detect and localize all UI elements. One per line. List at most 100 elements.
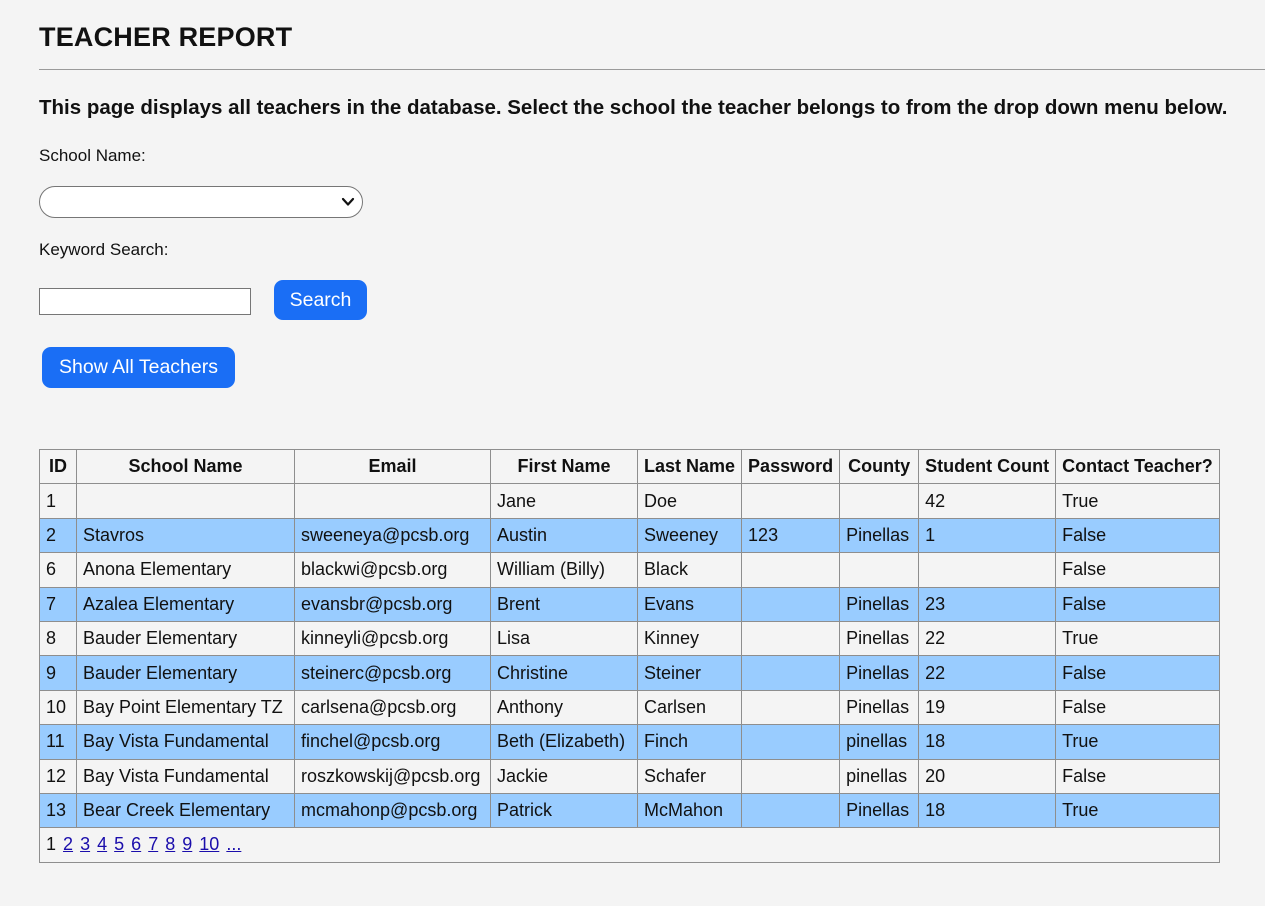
cell-student-count: 22 [918,655,1057,691]
cell-contact-teacher: False [1055,586,1220,622]
header-first-name: First Name [490,448,638,485]
table-header-row: ID School Name Email First Name Last Nam… [39,448,1220,485]
table-row: 11 Bay Vista Fundamental finchel@pcsb.org B… [39,724,1220,760]
cell-school-name: Azalea Elementary [76,586,295,622]
cell-email: carlsena@pcsb.org [294,689,491,726]
cell-county: pinellas [839,758,920,794]
cell-first-name: Austin [490,517,638,554]
table-row: 8 Bauder Elementary kinneyli@pcsb.org Lisa K… [39,620,1220,657]
cell-student-count: 18 [918,724,1057,760]
cell-id: 2 [39,517,77,554]
cell-password [741,655,841,691]
cell-school-name: Bay Point Elementary TZ [76,689,295,726]
pager-link[interactable]: 3 [80,834,90,854]
header-password: Password [741,448,841,485]
pager-link[interactable]: 8 [165,834,175,854]
cell-last-name: Doe [636,483,743,519]
table-row: 7 Azalea Elementary evansbr@pcsb.org Brent E… [39,586,1220,622]
cell-last-name: Kinney [636,620,743,657]
cell-last-name: Schafer [636,758,743,794]
header-school-name: School Name [76,448,295,485]
cell-contact-teacher: False [1055,655,1220,691]
pagination: 1 2 3 4 5 6 7 8 9 10 ... [46,834,1213,855]
keyword-search-label: Keyword Search: [39,240,169,259]
cell-id: 11 [39,724,77,760]
cell-password [741,758,841,794]
cell-school-name: Bauder Elementary [76,655,295,691]
chevron-down-icon [341,197,355,206]
cell-county: Pinellas [839,689,920,726]
pager-link[interactable]: 9 [182,834,192,854]
header-id: ID [39,448,77,485]
cell-first-name: Patrick [490,792,638,829]
cell-id: 13 [39,792,77,829]
cell-email: mcmahonp@pcsb.org [294,792,491,829]
school-name-select[interactable] [39,186,363,218]
cell-password [741,620,841,657]
cell-contact-teacher: False [1055,689,1220,726]
table-row: 12 Bay Vista Fundamental roszkowskij@pcsb.… [39,758,1220,794]
cell-password [741,724,841,760]
cell-last-name: Black [636,552,743,588]
cell-student-count: 18 [918,792,1057,829]
cell-school-name: Bear Creek Elementary [76,792,295,829]
table-row: 13 Bear Creek Elementary mcmahonp@pcsb.org… [39,792,1220,829]
cell-county: Pinellas [839,517,920,554]
cell-last-name: McMahon [636,792,743,829]
cell-student-count: 22 [918,620,1057,657]
cell-email [294,483,491,519]
pager-link[interactable]: 4 [97,834,107,854]
cell-contact-teacher: True [1055,620,1220,657]
cell-id: 8 [39,620,77,657]
cell-student-count: 23 [918,586,1057,622]
pager-link[interactable]: 6 [131,834,141,854]
header-last-name: Last Name [636,448,743,485]
cell-student-count: 1 [918,517,1057,554]
show-all-teachers-button[interactable]: Show All Teachers [42,347,235,388]
header-county: County [839,448,920,485]
cell-id: 12 [39,758,77,794]
cell-first-name: Christine [490,655,638,691]
cell-first-name: William (Billy) [490,552,638,588]
pager-cell: 1 2 3 4 5 6 7 8 9 10 ... [39,827,1220,863]
cell-county: pinellas [839,724,920,760]
cell-contact-teacher: False [1055,758,1220,794]
cell-email: steinerc@pcsb.org [294,655,491,691]
cell-last-name: Finch [636,724,743,760]
cell-student-count: 42 [918,483,1057,519]
cell-email: roszkowskij@pcsb.org [294,758,491,794]
school-name-label: School Name: [39,146,146,165]
pager-link[interactable]: 10 [199,834,219,854]
cell-first-name: Jackie [490,758,638,794]
cell-email: evansbr@pcsb.org [294,586,491,622]
cell-last-name: Steiner [636,655,743,691]
page-title: TEACHER REPORT [39,22,293,52]
cell-id: 10 [39,689,77,726]
pager-link[interactable]: ... [226,834,241,854]
cell-id: 9 [39,655,77,691]
header-student-count: Student Count [918,448,1057,485]
cell-first-name: Brent [490,586,638,622]
cell-password: 123 [741,517,841,554]
pager-link[interactable]: 2 [63,834,73,854]
header-contact-teacher: Contact Teacher? [1055,448,1220,485]
keyword-search-input[interactable] [39,288,251,315]
search-button[interactable]: Search [274,280,367,320]
cell-student-count: 19 [918,689,1057,726]
pager-link[interactable]: 7 [148,834,158,854]
pager-link[interactable]: 5 [114,834,124,854]
pager-row: 1 2 3 4 5 6 7 8 9 10 ... [39,827,1220,863]
cell-student-count: 20 [918,758,1057,794]
cell-first-name: Anthony [490,689,638,726]
cell-first-name: Jane [490,483,638,519]
title-divider [39,69,1265,70]
cell-county: Pinellas [839,655,920,691]
table-row: 9 Bauder Elementary steinerc@pcsb.org Chris… [39,655,1220,691]
cell-school-name: Bauder Elementary [76,620,295,657]
cell-password [741,689,841,726]
table-row: 2 Stavros sweeneya@pcsb.org Austin Sweeney 12… [39,517,1220,554]
cell-county [839,552,920,588]
cell-contact-teacher: True [1055,724,1220,760]
table-row: 1 Jane Doe 42 True [39,483,1220,519]
cell-school-name: Stavros [76,517,295,554]
